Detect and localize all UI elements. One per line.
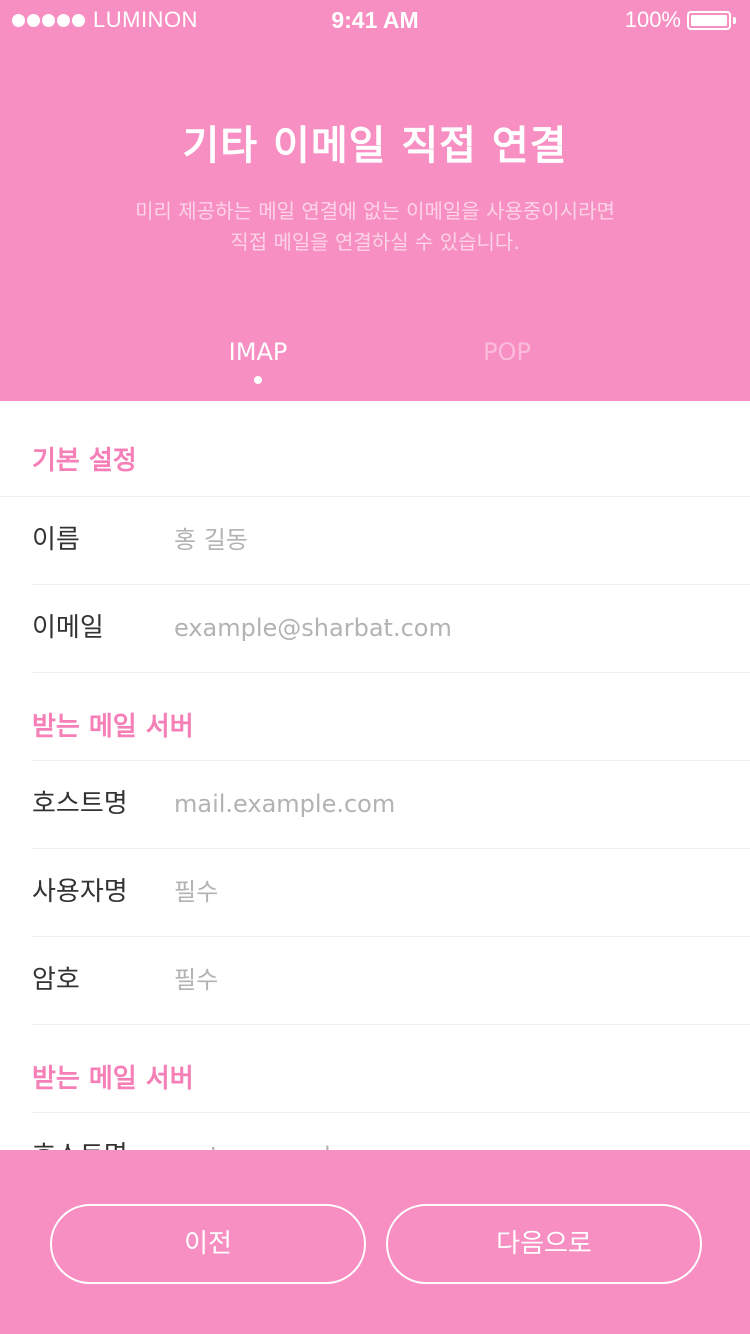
incoming-host-input[interactable]	[174, 783, 714, 825]
section-title-outgoing: 받는 메일 서버	[32, 1025, 750, 1113]
status-bar: LUMINON 9:41 AM 100%	[0, 0, 750, 40]
incoming-password-input[interactable]	[174, 959, 714, 1001]
tab-pop[interactable]: POP	[427, 335, 587, 369]
section-title-basic: 기본 설정	[0, 401, 750, 497]
email-label: 이메일	[32, 613, 104, 643]
prev-button[interactable]: 이전	[50, 1204, 366, 1284]
incoming-user-row: 사용자명	[32, 849, 750, 937]
bottom-action-bar: 이전 다음으로	[0, 1150, 750, 1334]
battery-percent: 100%	[624, 7, 681, 32]
header: LUMINON 9:41 AM 100% 기타 이메일 직접 연결 미리 제공하…	[0, 0, 750, 401]
section-title-incoming: 받는 메일 서버	[32, 673, 750, 761]
settings-form: 기본 설정 이름 이메일 받는 메일 서버 호스트명 사용자명 암호 받는 메일…	[0, 401, 750, 1201]
incoming-password-label: 암호	[32, 965, 80, 995]
incoming-host-label: 호스트명	[32, 789, 128, 819]
battery-status: 100%	[625, 7, 736, 33]
name-input[interactable]	[174, 519, 714, 561]
battery-icon	[687, 10, 731, 30]
next-button[interactable]: 다음으로	[386, 1204, 702, 1284]
email-row: 이메일	[32, 585, 750, 673]
incoming-host-row: 호스트명	[32, 761, 750, 849]
battery-fill	[691, 14, 727, 26]
page-title: 기타 이메일 직접 연결	[182, 123, 568, 169]
page-subtitle: 미리 제공하는 메일 연결에 없는 이메일을 사용중이시라면 직접 메일을 연결…	[100, 196, 650, 258]
incoming-user-label: 사용자명	[32, 877, 128, 907]
tab-imap[interactable]: IMAP	[178, 335, 338, 369]
subtitle-line-1: 미리 제공하는 메일 연결에 없는 이메일을 사용중이시라면	[135, 199, 615, 223]
protocol-tabs: IMAP POP	[0, 335, 750, 395]
email-input[interactable]	[174, 607, 714, 649]
incoming-user-input[interactable]	[174, 871, 714, 913]
subtitle-line-2: 직접 메일을 연결하실 수 있습니다.	[230, 230, 520, 254]
name-row: 이름	[32, 497, 750, 585]
screen: LUMINON 9:41 AM 100% 기타 이메일 직접 연결 미리 제공하…	[0, 0, 750, 1334]
incoming-password-row: 암호	[32, 937, 750, 1025]
battery-tip-icon	[733, 16, 736, 24]
active-tab-indicator	[254, 376, 262, 384]
name-label: 이름	[32, 525, 80, 555]
